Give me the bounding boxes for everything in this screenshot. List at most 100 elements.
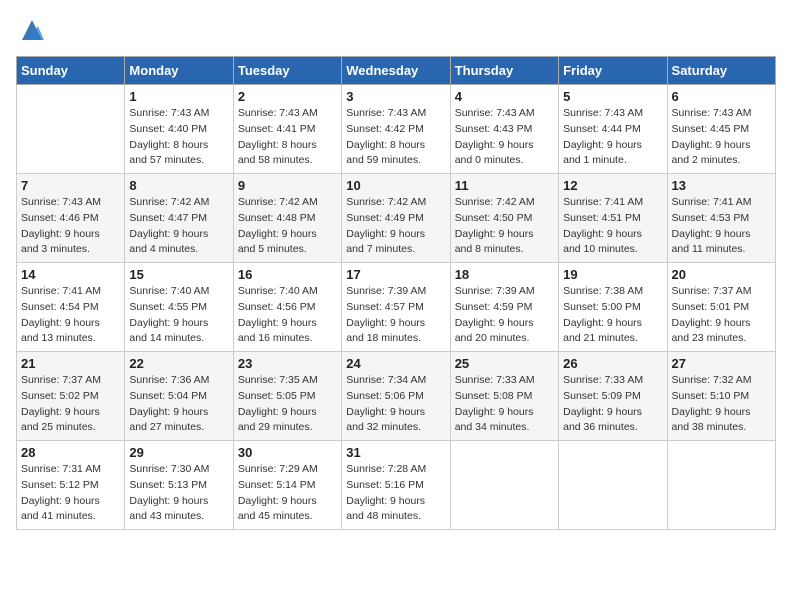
day-number: 13 [672,178,771,193]
calendar-cell [667,441,775,530]
weekday-header-saturday: Saturday [667,57,775,85]
day-info: Sunrise: 7:42 AM Sunset: 4:47 PM Dayligh… [129,195,228,258]
calendar-cell: 27 Sunrise: 7:32 AM Sunset: 5:10 PM Dayli… [667,352,775,441]
weekday-header-friday: Friday [559,57,667,85]
week-row-1: 7 Sunrise: 7:43 AM Sunset: 4:46 PM Daylig… [17,174,776,263]
day-number: 20 [672,267,771,282]
day-number: 18 [455,267,554,282]
day-info: Sunrise: 7:36 AM Sunset: 5:04 PM Dayligh… [129,373,228,436]
weekday-header-sunday: Sunday [17,57,125,85]
calendar-cell: 17 Sunrise: 7:39 AM Sunset: 4:57 PM Dayli… [342,263,450,352]
calendar-cell: 11Sunrise: 7:42 AM Sunset: 4:50 PM Dayli… [450,174,558,263]
day-info: Sunrise: 7:28 AM Sunset: 5:16 PM Dayligh… [346,462,445,525]
calendar-cell: 28 Sunrise: 7:31 AM Sunset: 5:12 PM Dayli… [17,441,125,530]
calendar-cell: 23 Sunrise: 7:35 AM Sunset: 5:05 PM Dayli… [233,352,341,441]
day-info: Sunrise: 7:40 AM Sunset: 4:56 PM Dayligh… [238,284,337,347]
day-info: Sunrise: 7:33 AM Sunset: 5:08 PM Dayligh… [455,373,554,436]
calendar-cell: 1 Sunrise: 7:43 AM Sunset: 4:40 PM Daylig… [125,85,233,174]
calendar-cell: 4 Sunrise: 7:43 AM Sunset: 4:43 PM Daylig… [450,85,558,174]
calendar-cell: 31 Sunrise: 7:28 AM Sunset: 5:16 PM Dayli… [342,441,450,530]
calendar-cell: 8 Sunrise: 7:42 AM Sunset: 4:47 PM Daylig… [125,174,233,263]
header [16,16,776,44]
day-number: 28 [21,445,120,460]
week-row-4: 28 Sunrise: 7:31 AM Sunset: 5:12 PM Dayli… [17,441,776,530]
day-number: 2 [238,89,337,104]
logo [16,16,46,44]
day-number: 25 [455,356,554,371]
day-number: 29 [129,445,228,460]
calendar-cell: 2Sunrise: 7:43 AM Sunset: 4:41 PM Daylig… [233,85,341,174]
day-number: 27 [672,356,771,371]
calendar-cell [450,441,558,530]
calendar-cell: 14 Sunrise: 7:41 AM Sunset: 4:54 PM Dayli… [17,263,125,352]
weekday-header-row: SundayMondayTuesdayWednesdayThursdayFrid… [17,57,776,85]
day-info: Sunrise: 7:39 AM Sunset: 4:57 PM Dayligh… [346,284,445,347]
calendar-cell [17,85,125,174]
day-info: Sunrise: 7:30 AM Sunset: 5:13 PM Dayligh… [129,462,228,525]
calendar-cell: 20 Sunrise: 7:37 AM Sunset: 5:01 PM Dayli… [667,263,775,352]
day-number: 22 [129,356,228,371]
day-info: Sunrise: 7:29 AM Sunset: 5:14 PM Dayligh… [238,462,337,525]
day-number: 3 [346,89,445,104]
day-info: Sunrise: 7:37 AM Sunset: 5:02 PM Dayligh… [21,373,120,436]
calendar-cell [559,441,667,530]
calendar-cell: 12 Sunrise: 7:41 AM Sunset: 4:51 PM Dayli… [559,174,667,263]
day-number: 6 [672,89,771,104]
day-number: 17 [346,267,445,282]
day-info: Sunrise: 7:43 AM Sunset: 4:45 PM Dayligh… [672,106,771,169]
day-number: 14 [21,267,120,282]
day-info: Sunrise: 7:42 AM Sunset: 4:49 PM Dayligh… [346,195,445,258]
calendar-cell: 5Sunrise: 7:43 AM Sunset: 4:44 PM Daylig… [559,85,667,174]
calendar-cell: 3 Sunrise: 7:43 AM Sunset: 4:42 PM Daylig… [342,85,450,174]
day-info: Sunrise: 7:43 AM Sunset: 4:43 PM Dayligh… [455,106,554,169]
weekday-header-thursday: Thursday [450,57,558,85]
day-info: Sunrise: 7:41 AM Sunset: 4:53 PM Dayligh… [672,195,771,258]
day-info: Sunrise: 7:34 AM Sunset: 5:06 PM Dayligh… [346,373,445,436]
calendar-cell: 26 Sunrise: 7:33 AM Sunset: 5:09 PM Dayli… [559,352,667,441]
weekday-header-tuesday: Tuesday [233,57,341,85]
day-info: Sunrise: 7:40 AM Sunset: 4:55 PM Dayligh… [129,284,228,347]
day-number: 10 [346,178,445,193]
calendar-cell: 15Sunrise: 7:40 AM Sunset: 4:55 PM Dayli… [125,263,233,352]
day-number: 21 [21,356,120,371]
day-info: Sunrise: 7:38 AM Sunset: 5:00 PM Dayligh… [563,284,662,347]
calendar-cell: 29 Sunrise: 7:30 AM Sunset: 5:13 PM Dayli… [125,441,233,530]
calendar-cell: 30 Sunrise: 7:29 AM Sunset: 5:14 PM Dayli… [233,441,341,530]
day-number: 8 [129,178,228,193]
calendar-cell: 24 Sunrise: 7:34 AM Sunset: 5:06 PM Dayli… [342,352,450,441]
day-info: Sunrise: 7:43 AM Sunset: 4:40 PM Dayligh… [129,106,228,169]
day-number: 5 [563,89,662,104]
calendar-cell: 16 Sunrise: 7:40 AM Sunset: 4:56 PM Dayli… [233,263,341,352]
day-number: 23 [238,356,337,371]
day-info: Sunrise: 7:41 AM Sunset: 4:54 PM Dayligh… [21,284,120,347]
day-number: 24 [346,356,445,371]
week-row-3: 21 Sunrise: 7:37 AM Sunset: 5:02 PM Dayli… [17,352,776,441]
day-info: Sunrise: 7:43 AM Sunset: 4:46 PM Dayligh… [21,195,120,258]
day-number: 1 [129,89,228,104]
day-number: 26 [563,356,662,371]
day-info: Sunrise: 7:41 AM Sunset: 4:51 PM Dayligh… [563,195,662,258]
weekday-header-wednesday: Wednesday [342,57,450,85]
day-number: 30 [238,445,337,460]
day-info: Sunrise: 7:39 AM Sunset: 4:59 PM Dayligh… [455,284,554,347]
day-info: Sunrise: 7:31 AM Sunset: 5:12 PM Dayligh… [21,462,120,525]
day-number: 31 [346,445,445,460]
day-number: 9 [238,178,337,193]
calendar-cell: 10 Sunrise: 7:42 AM Sunset: 4:49 PM Dayli… [342,174,450,263]
calendar-cell: 21 Sunrise: 7:37 AM Sunset: 5:02 PM Dayli… [17,352,125,441]
day-info: Sunrise: 7:35 AM Sunset: 5:05 PM Dayligh… [238,373,337,436]
calendar-cell: 22 Sunrise: 7:36 AM Sunset: 5:04 PM Dayli… [125,352,233,441]
day-info: Sunrise: 7:32 AM Sunset: 5:10 PM Dayligh… [672,373,771,436]
logo-icon [18,16,46,44]
day-number: 16 [238,267,337,282]
day-info: Sunrise: 7:33 AM Sunset: 5:09 PM Dayligh… [563,373,662,436]
day-info: Sunrise: 7:43 AM Sunset: 4:42 PM Dayligh… [346,106,445,169]
day-number: 7 [21,178,120,193]
day-info: Sunrise: 7:42 AM Sunset: 4:50 PM Dayligh… [455,195,554,258]
calendar-cell: 7 Sunrise: 7:43 AM Sunset: 4:46 PM Daylig… [17,174,125,263]
weekday-header-monday: Monday [125,57,233,85]
day-number: 12 [563,178,662,193]
day-info: Sunrise: 7:37 AM Sunset: 5:01 PM Dayligh… [672,284,771,347]
day-number: 4 [455,89,554,104]
calendar-cell: 19Sunrise: 7:38 AM Sunset: 5:00 PM Dayli… [559,263,667,352]
